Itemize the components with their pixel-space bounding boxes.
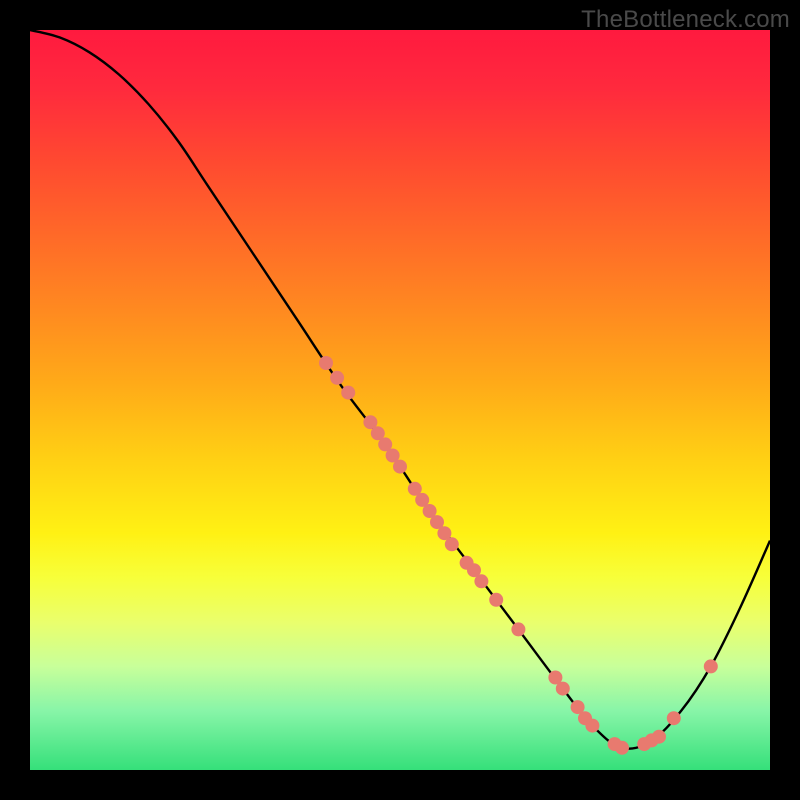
data-marker [474,574,488,588]
data-marker [511,622,525,636]
data-markers [319,356,718,755]
curve-layer [30,30,770,770]
data-marker [556,682,570,696]
data-marker [341,386,355,400]
data-marker [393,460,407,474]
data-marker [615,741,629,755]
data-marker [330,371,344,385]
data-marker [585,719,599,733]
bottleneck-curve [30,30,770,749]
chart-stage: TheBottleneck.com [0,0,800,800]
plot-area [30,30,770,770]
data-marker [489,593,503,607]
data-marker [652,730,666,744]
data-marker [667,711,681,725]
data-marker [319,356,333,370]
data-marker [704,659,718,673]
data-marker [445,537,459,551]
